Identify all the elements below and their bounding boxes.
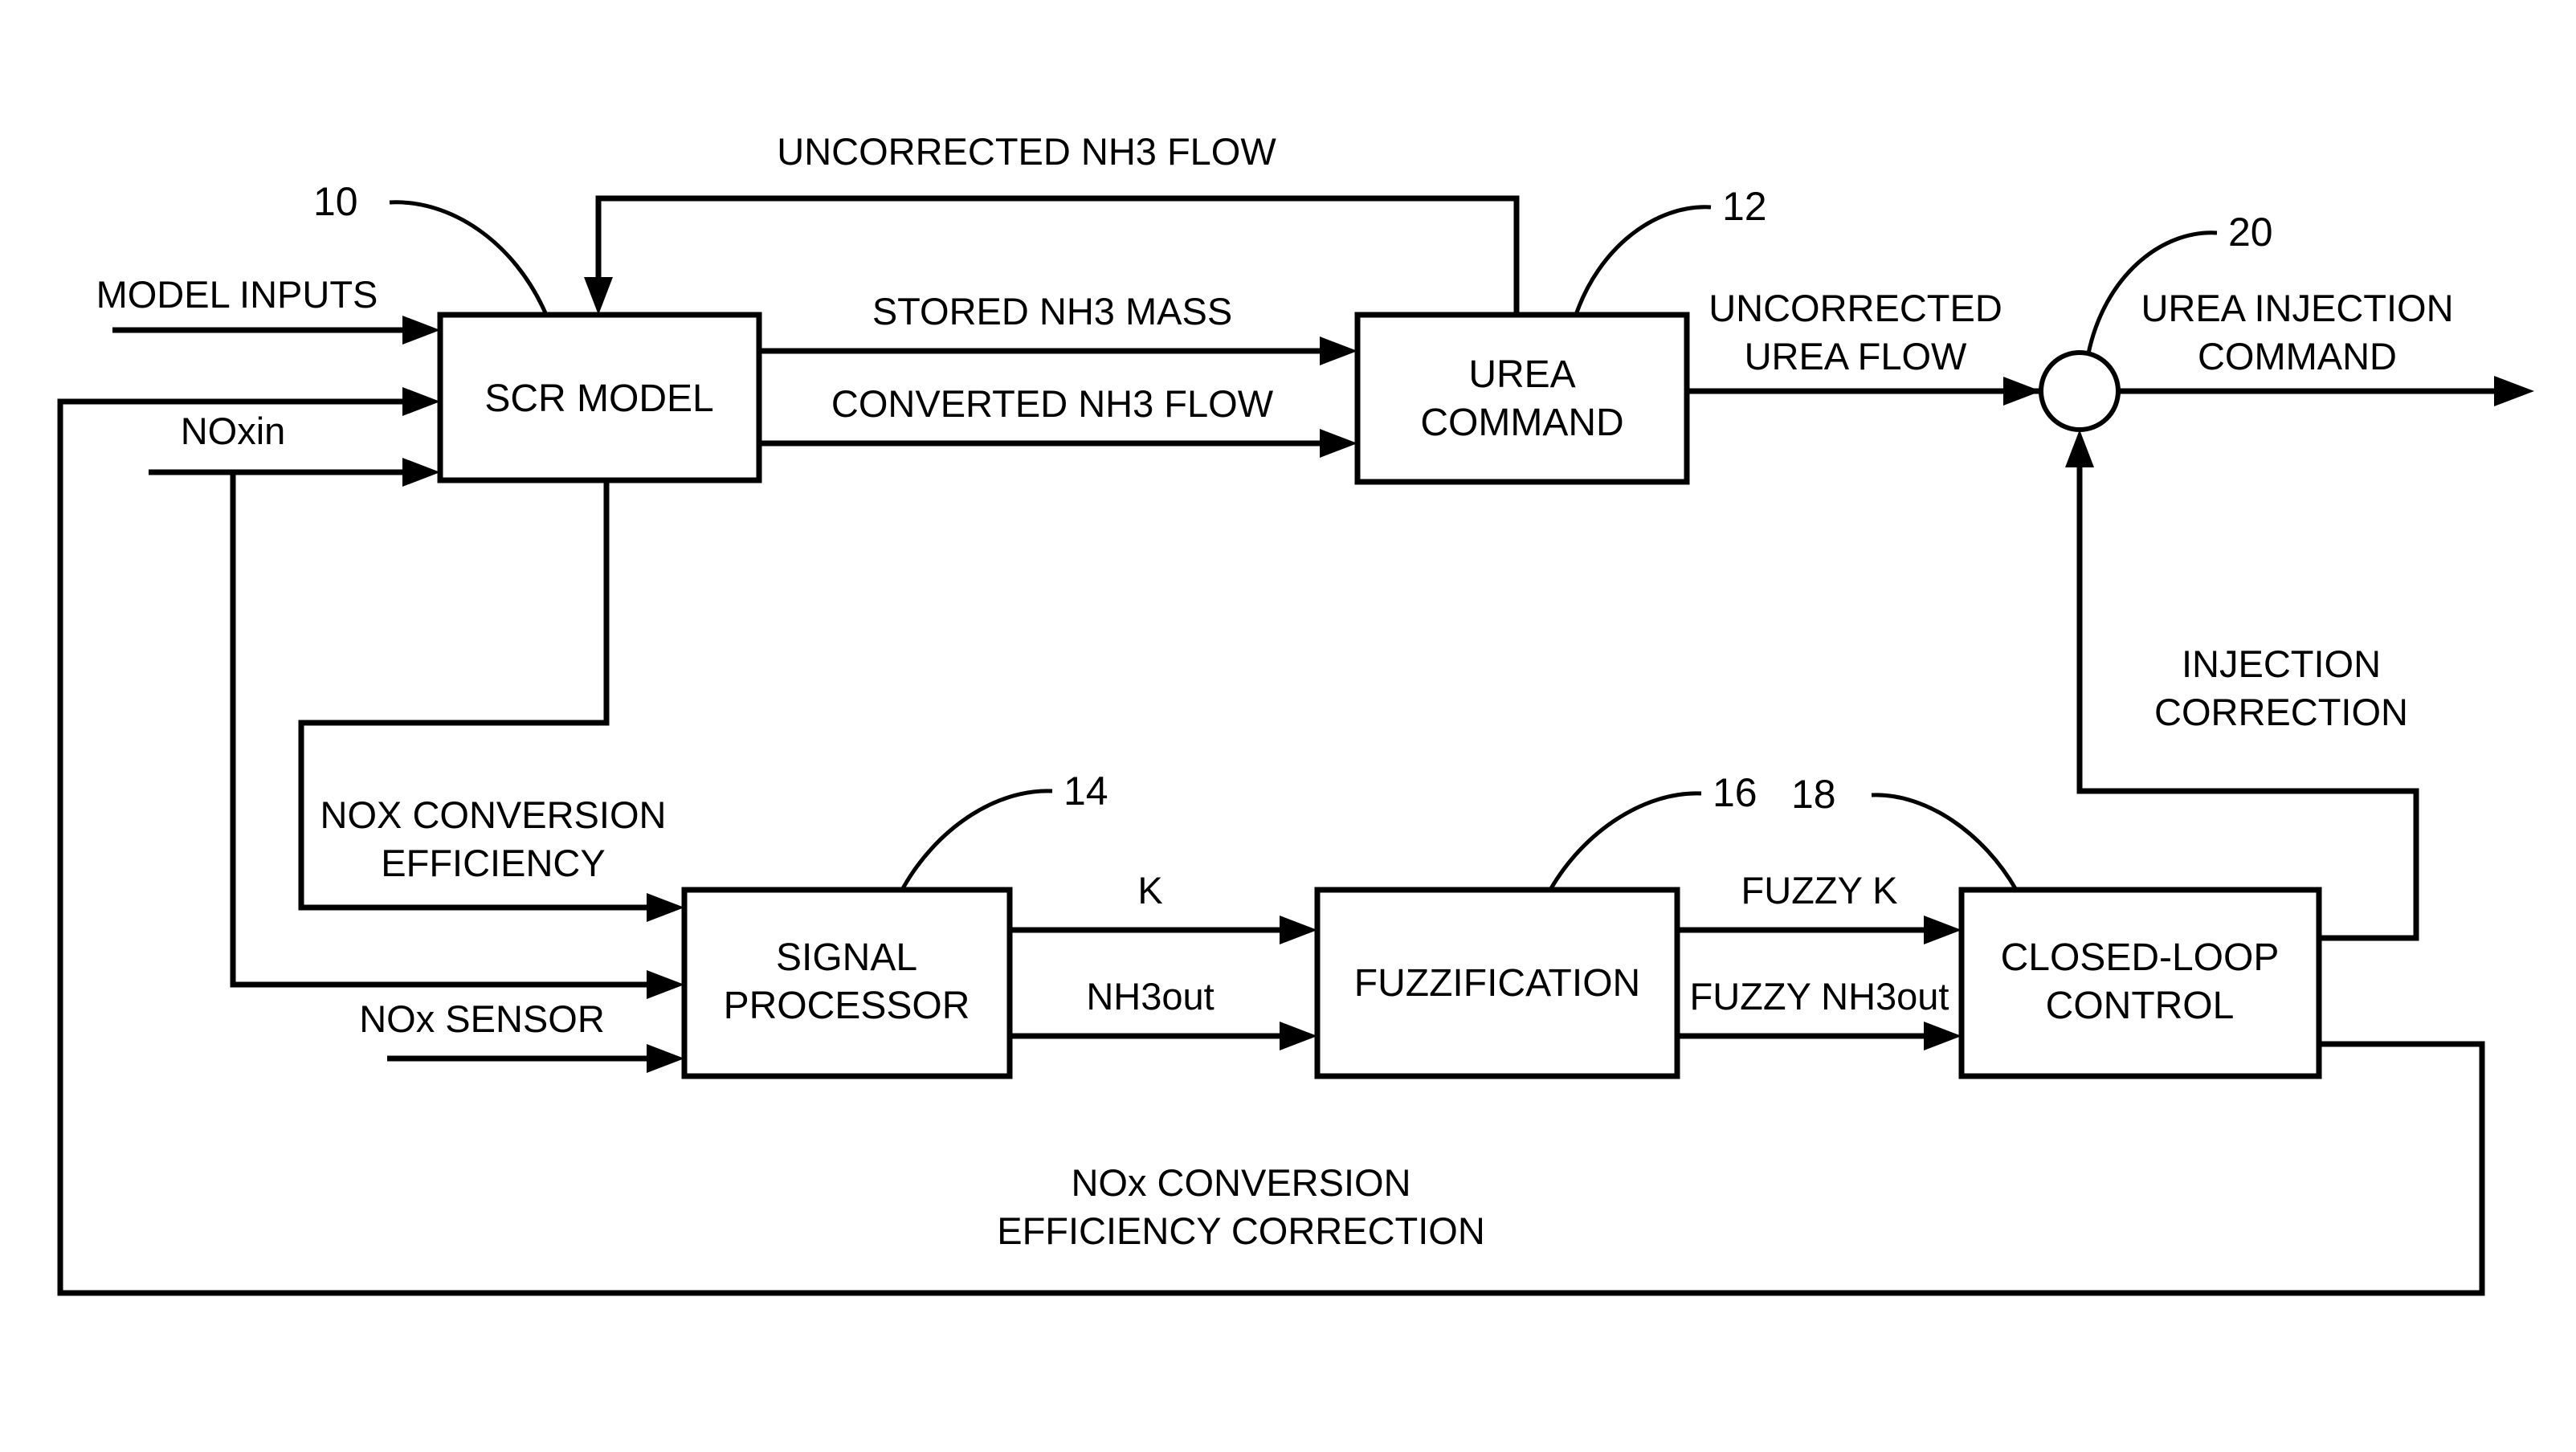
fuzzy-nh3out-arrowhead <box>1924 1022 1962 1050</box>
nox-efficiency-correction-arrowhead <box>402 387 440 416</box>
fuzzy-nh3out-label: FUZZY NH3out <box>1690 975 1949 1018</box>
nox-sensor-label: NOx SENSOR <box>359 997 605 1040</box>
leader-line-16 <box>1548 791 1702 891</box>
fuzzy-k-arrowhead <box>1924 916 1962 944</box>
injection-correction-label-line2: CORRECTION <box>2154 691 2408 733</box>
model-inputs-arrowhead <box>402 316 440 345</box>
leader-line-12 <box>1574 205 1712 316</box>
closed-loop-control-box[interactable] <box>1958 887 2322 1079</box>
uncorrected-nh3-flow-arrowhead <box>584 277 613 315</box>
ref-number-18: 18 <box>1791 772 1836 817</box>
urea-injection-command-label-line1: UREA INJECTION <box>2141 287 2453 329</box>
injection-correction-arrowhead <box>2065 430 2094 467</box>
ref-number-16: 16 <box>1713 770 1757 815</box>
k-signal-label: K <box>1137 869 1162 912</box>
urea-command-box[interactable] <box>1354 312 1690 485</box>
nox-conversion-efficiency-label-line1: NOX CONVERSION <box>320 793 667 836</box>
signal-processor-box[interactable] <box>681 887 1013 1079</box>
nh3out-signal-arrowhead <box>1280 1022 1317 1050</box>
stored-nh3-mass-label: STORED NH3 MASS <box>872 290 1232 332</box>
stored-nh3-mass-arrowhead <box>1320 336 1357 365</box>
fuzzy-k-label: FUZZY K <box>1741 869 1898 912</box>
ref-number-14: 14 <box>1063 769 1108 814</box>
block-diagram-svg: 10 12 20 14 16 18 UNCORRECTED NH3 FLOW M… <box>57 130 2534 1296</box>
urea-injection-command-label-line2: COMMAND <box>2198 335 2397 377</box>
nh3out-signal-label: NH3out <box>1086 975 1214 1018</box>
nox-conversion-efficiency-correction-label-line2: EFFICIENCY CORRECTION <box>997 1209 1485 1252</box>
injection-correction-label-line1: INJECTION <box>2182 642 2381 685</box>
signal-processor-label-line2: PROCESSOR <box>724 985 970 1027</box>
nox-conversion-efficiency-correction-label-line1: NOx CONVERSION <box>1071 1161 1410 1204</box>
uncorrected-urea-flow-label-line2: UREA FLOW <box>1745 335 1967 377</box>
converted-nh3-flow-label: CONVERTED NH3 FLOW <box>831 382 1274 425</box>
ref-number-10: 10 <box>313 179 358 224</box>
noxin-arrowhead <box>402 458 440 487</box>
uncorrected-urea-flow-label-line1: UNCORRECTED <box>1708 287 2002 329</box>
uncorrected-urea-flow-arrowhead <box>2003 377 2041 406</box>
leader-line-14 <box>900 789 1053 891</box>
model-inputs-label: MODEL INPUTS <box>96 273 378 316</box>
k-signal-arrowhead <box>1280 916 1317 944</box>
scr-model-label: SCR MODEL <box>484 377 713 420</box>
diagram-canvas: 10 12 20 14 16 18 UNCORRECTED NH3 FLOW M… <box>0 0 2576 1452</box>
summing-junction[interactable] <box>2039 350 2121 432</box>
closed-loop-control-label-line1: CLOSED-LOOP <box>2001 936 2280 979</box>
uncorrected-nh3-flow-label: UNCORRECTED NH3 FLOW <box>777 130 1276 173</box>
fuzzification-label: FUZZIFICATION <box>1354 962 1640 1005</box>
noxin-branch-arrowhead <box>647 970 684 999</box>
urea-command-label-line1: UREA <box>1468 353 1575 396</box>
leader-line-10 <box>389 200 549 316</box>
urea-command-label-line2: COMMAND <box>1420 402 1623 444</box>
nox-sensor-arrowhead <box>647 1044 684 1073</box>
nox-conversion-efficiency-arrowhead <box>647 893 684 922</box>
nox-conversion-efficiency-label-line2: EFFICIENCY <box>381 842 605 884</box>
ref-number-12: 12 <box>1722 184 1767 229</box>
signal-processor-label-line1: SIGNAL <box>776 936 917 979</box>
ref-number-20: 20 <box>2228 210 2273 255</box>
noxin-label: NOxin <box>181 410 286 452</box>
converted-nh3-flow-arrowhead <box>1320 429 1357 458</box>
closed-loop-control-label-line2: CONTROL <box>2046 985 2235 1027</box>
urea-injection-command-arrowhead <box>2494 376 2534 406</box>
